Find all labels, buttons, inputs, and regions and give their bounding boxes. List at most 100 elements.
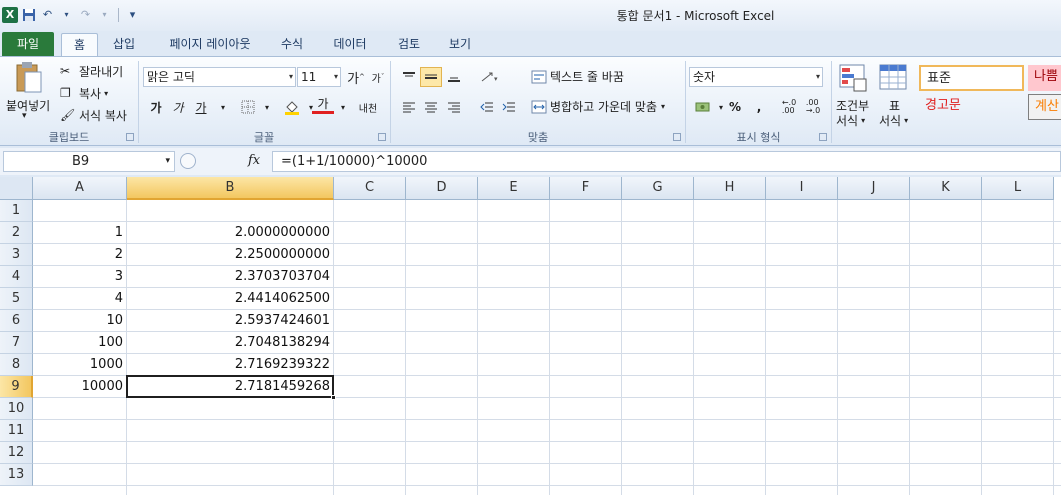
tab-insert[interactable]: 삽입 xyxy=(104,33,144,57)
font-color-button[interactable]: 가 xyxy=(312,95,334,114)
grow-font-button[interactable]: 가 ^ xyxy=(345,67,367,87)
number-dialog-launcher[interactable] xyxy=(819,133,827,141)
column-header-l[interactable]: L xyxy=(982,177,1054,200)
tab-view[interactable]: 보기 xyxy=(440,33,480,57)
cell-a7[interactable]: 100 xyxy=(33,332,126,354)
decrease-indent-icon[interactable] xyxy=(476,97,498,117)
wrap-text-button[interactable]: 텍스트 줄 바꿈 xyxy=(531,68,624,85)
cell-b4[interactable]: 2.3703703704 xyxy=(127,266,333,288)
column-header-j[interactable]: J xyxy=(838,177,910,200)
row-header-5[interactable]: 5 xyxy=(0,288,33,310)
tab-file[interactable]: 파일 xyxy=(2,32,54,57)
style-bad[interactable]: 나쁨 xyxy=(1028,65,1061,91)
cell-b5[interactable]: 2.4414062500 xyxy=(127,288,333,310)
column-header-e[interactable]: E xyxy=(478,177,550,200)
cell-a5[interactable]: 4 xyxy=(33,288,126,310)
row-header-13[interactable]: 13 xyxy=(0,464,33,486)
cell-b3[interactable]: 2.2500000000 xyxy=(127,244,333,266)
tab-home[interactable]: 홈 xyxy=(61,33,98,57)
align-right-icon[interactable] xyxy=(443,97,465,117)
border-dropdown-icon[interactable]: ▾ xyxy=(256,97,278,117)
style-calculation[interactable]: 계산 xyxy=(1028,94,1061,120)
column-header-i[interactable]: I xyxy=(766,177,838,200)
name-box[interactable]: B9 ▾ xyxy=(3,151,175,172)
font-color-dropdown-icon[interactable]: ▾ xyxy=(332,97,354,117)
decrease-decimal-icon[interactable]: .00 →.0 xyxy=(802,97,824,117)
column-header-g[interactable]: G xyxy=(622,177,694,200)
column-header-c[interactable]: C xyxy=(334,177,406,200)
column-header-b[interactable]: B xyxy=(127,177,334,200)
italic-button[interactable]: 가 xyxy=(167,97,189,117)
tab-review[interactable]: 검토 xyxy=(389,33,429,57)
format-as-table-label2[interactable]: 서식 ▾ xyxy=(879,112,908,129)
format-as-table-icon[interactable] xyxy=(878,63,908,93)
cell-a9[interactable]: 10000 xyxy=(33,376,126,398)
row-header-7[interactable]: 7 xyxy=(0,332,33,354)
cell-a8[interactable]: 1000 xyxy=(33,354,126,376)
cell-b2[interactable]: 2.0000000000 xyxy=(127,222,333,244)
column-header-k[interactable]: K xyxy=(910,177,982,200)
row-header-3[interactable]: 3 xyxy=(0,244,33,266)
underline-button[interactable]: 가 xyxy=(190,97,212,117)
percent-button[interactable]: % xyxy=(724,97,746,117)
column-header-f[interactable]: F xyxy=(550,177,622,200)
row-header-11[interactable]: 11 xyxy=(0,420,33,442)
align-middle-icon[interactable] xyxy=(420,67,442,87)
underline-dropdown-icon[interactable]: ▾ xyxy=(212,97,234,117)
column-header-d[interactable]: D xyxy=(406,177,478,200)
format-painter-button[interactable]: 🖌 서식 복사 xyxy=(60,107,127,124)
font-size-combo[interactable]: 11 ▾ xyxy=(297,67,341,87)
comma-button[interactable]: , xyxy=(748,97,770,117)
copy-button[interactable]: ❐ 복사 ▾ xyxy=(60,85,108,102)
conditional-format-icon[interactable] xyxy=(838,63,868,93)
cell-b7[interactable]: 2.7048138294 xyxy=(127,332,333,354)
tab-formulas[interactable]: 수식 xyxy=(272,33,312,57)
style-normal[interactable]: 표준 xyxy=(919,65,1024,91)
alignment-dialog-launcher[interactable] xyxy=(673,133,681,141)
align-left-icon[interactable] xyxy=(398,97,420,117)
align-bottom-icon[interactable] xyxy=(443,67,465,87)
cell-a6[interactable]: 10 xyxy=(33,310,126,332)
orientation-icon[interactable]: ▾ xyxy=(476,67,506,87)
align-center-icon[interactable] xyxy=(420,97,442,117)
merge-center-button[interactable]: 병합하고 가운데 맞춤 ▾ xyxy=(531,98,665,115)
tab-page-layout[interactable]: 페이지 레이아웃 xyxy=(155,33,265,57)
cell-a3[interactable]: 2 xyxy=(33,244,126,266)
phonetic-guide-button[interactable]: 내천 xyxy=(355,97,381,117)
select-all-corner[interactable] xyxy=(0,177,33,200)
paste-icon[interactable] xyxy=(14,61,44,95)
formula-bar-splitter-icon[interactable] xyxy=(180,153,196,169)
row-header-10[interactable]: 10 xyxy=(0,398,33,420)
shrink-font-button[interactable]: 가ˇ xyxy=(367,67,389,87)
tab-data[interactable]: 데이터 xyxy=(325,33,375,57)
column-header-a[interactable]: A xyxy=(33,177,127,200)
cell-a2[interactable]: 1 xyxy=(33,222,126,244)
row-header-4[interactable]: 4 xyxy=(0,266,33,288)
row-header-12[interactable]: 12 xyxy=(0,442,33,464)
bold-button[interactable]: 가 xyxy=(145,97,167,117)
paste-dropdown-icon[interactable]: ▾ xyxy=(22,111,27,121)
row-header-6[interactable]: 6 xyxy=(0,310,33,332)
conditional-format-button-line2[interactable]: 서식 ▾ xyxy=(836,112,865,129)
paste-button[interactable]: 붙여넣기 xyxy=(6,97,50,114)
cell-b8[interactable]: 2.7169239322 xyxy=(127,354,333,376)
fill-handle[interactable] xyxy=(331,395,336,400)
insert-function-button[interactable]: fx xyxy=(248,153,260,168)
style-warning[interactable]: 경고문 xyxy=(919,94,1024,120)
cell-a4[interactable]: 3 xyxy=(33,266,126,288)
row-header-9[interactable]: 9 xyxy=(0,376,33,398)
formula-input[interactable]: =(1+1/10000)^10000 xyxy=(272,151,1061,172)
worksheet-grid[interactable]: A B C D E F G H I J K L 1 2 3 4 5 6 7 8 9 10 11 12 13 1 2 3 4 10 100 10… xyxy=(0,177,1061,495)
row-header-2[interactable]: 2 xyxy=(0,222,33,244)
cell-b6[interactable]: 2.5937424601 xyxy=(127,310,333,332)
increase-decimal-icon[interactable]: ←.0.00 xyxy=(778,97,800,117)
align-top-icon[interactable] xyxy=(398,67,420,87)
number-format-combo[interactable]: 숫자 ▾ xyxy=(689,67,823,87)
clipboard-dialog-launcher[interactable] xyxy=(126,133,134,141)
row-header-8[interactable]: 8 xyxy=(0,354,33,376)
cut-button[interactable]: ✂ 잘라내기 xyxy=(60,63,123,80)
row-header-1[interactable]: 1 xyxy=(0,200,33,222)
column-header-h[interactable]: H xyxy=(694,177,766,200)
font-name-combo[interactable]: 맑은 고딕 ▾ xyxy=(143,67,296,87)
font-dialog-launcher[interactable] xyxy=(378,133,386,141)
